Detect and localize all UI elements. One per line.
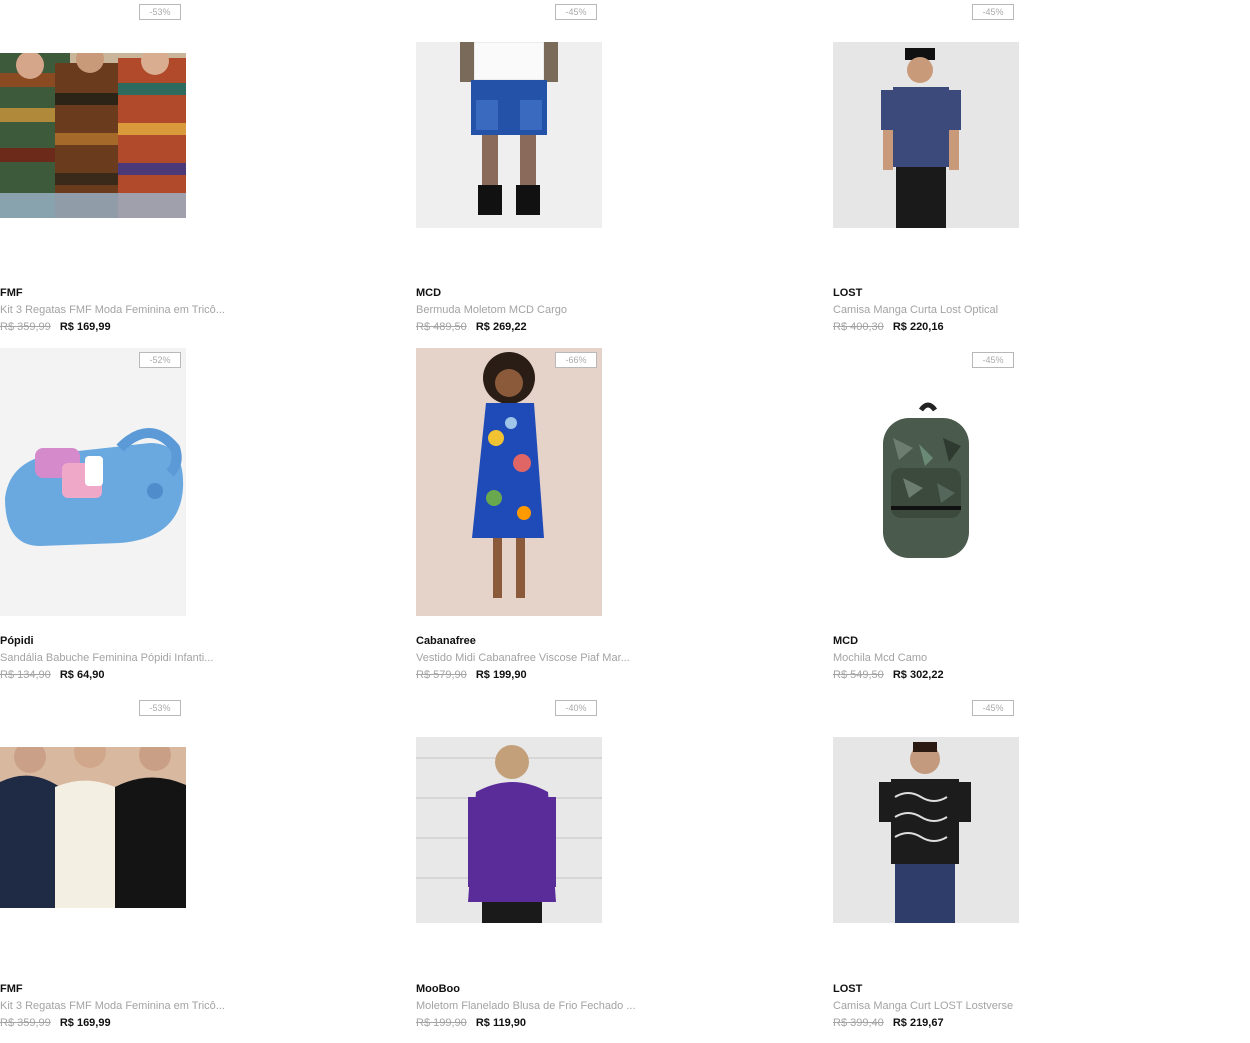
sale-price: R$ 169,99 bbox=[59, 321, 111, 333]
product-prices: R$ 400,30 R$ 220,16 bbox=[833, 321, 944, 333]
product-image[interactable] bbox=[0, 348, 186, 616]
discount-badge: -52% bbox=[139, 352, 181, 368]
product-image[interactable] bbox=[416, 42, 602, 228]
product-card[interactable]: -45% MCD Bermuda Moletom MCD Cargo R$ 48… bbox=[416, 0, 676, 340]
old-price: R$ 359,99 bbox=[0, 321, 51, 333]
old-price: R$ 400,30 bbox=[833, 321, 884, 333]
product-name[interactable]: Mochila Mcd Camo bbox=[833, 652, 927, 664]
sale-price: R$ 219,67 bbox=[892, 1017, 944, 1029]
product-name[interactable]: Camisa Manga Curta Lost Optical bbox=[833, 304, 998, 316]
discount-badge: -66% bbox=[555, 352, 597, 368]
product-prices: R$ 489,50 R$ 269,22 bbox=[416, 321, 527, 333]
product-image[interactable] bbox=[416, 737, 602, 923]
sale-price: R$ 220,16 bbox=[892, 321, 944, 333]
product-card[interactable]: -40% MooBoo Moletom Flanelado Blusa de F… bbox=[416, 696, 676, 1036]
product-prices: R$ 549,50 R$ 302,22 bbox=[833, 669, 944, 681]
product-prices: R$ 199,90 R$ 119,90 bbox=[416, 1017, 526, 1029]
product-image[interactable] bbox=[416, 348, 602, 616]
discount-badge: -45% bbox=[972, 700, 1014, 716]
old-price: R$ 489,50 bbox=[416, 321, 467, 333]
product-card[interactable]: -52% Pópidi Sandália Babuche Feminina Pó… bbox=[0, 348, 260, 688]
product-name[interactable]: Moletom Flanelado Blusa de Frio Fechado … bbox=[416, 1000, 636, 1012]
discount-badge: -45% bbox=[972, 352, 1014, 368]
sale-price: R$ 64,90 bbox=[59, 669, 105, 681]
product-name[interactable]: Kit 3 Regatas FMF Moda Feminina em Tricô… bbox=[0, 1000, 225, 1012]
product-name[interactable]: Bermuda Moletom MCD Cargo bbox=[416, 304, 567, 316]
old-price: R$ 399,40 bbox=[833, 1017, 884, 1029]
product-name[interactable]: Sandália Babuche Feminina Pópidi Infanti… bbox=[0, 652, 213, 664]
product-brand: Cabanafree bbox=[416, 635, 476, 647]
product-name[interactable]: Kit 3 Regatas FMF Moda Feminina em Tricô… bbox=[0, 304, 225, 316]
product-brand: MCD bbox=[833, 635, 859, 647]
product-prices: R$ 399,40 R$ 219,67 bbox=[833, 1017, 944, 1029]
product-brand: MCD bbox=[416, 287, 442, 299]
product-brand: LOST bbox=[833, 983, 863, 995]
product-brand: MooBoo bbox=[416, 983, 460, 995]
product-image[interactable] bbox=[833, 348, 1019, 616]
product-image[interactable] bbox=[833, 42, 1019, 228]
product-brand: LOST bbox=[833, 287, 863, 299]
old-price: R$ 199,90 bbox=[416, 1017, 467, 1029]
sale-price: R$ 169,99 bbox=[59, 1017, 111, 1029]
sale-price: R$ 199,90 bbox=[475, 669, 527, 681]
sale-price: R$ 269,22 bbox=[475, 321, 527, 333]
product-prices: R$ 579,90 R$ 199,90 bbox=[416, 669, 527, 681]
product-card[interactable]: -53% FMF Kit 3 Regatas FMF Moda Feminina… bbox=[0, 0, 260, 340]
old-price: R$ 549,50 bbox=[833, 669, 884, 681]
old-price: R$ 359,99 bbox=[0, 1017, 51, 1029]
discount-badge: -45% bbox=[555, 4, 597, 20]
product-card[interactable]: -66% Cabanafree Vestido Midi Cabanafree … bbox=[416, 348, 676, 688]
old-price: R$ 579,90 bbox=[416, 669, 467, 681]
discount-badge: -53% bbox=[139, 4, 181, 20]
product-card[interactable]: -53% FMF Kit 3 Regatas FMF Moda Feminina… bbox=[0, 696, 260, 1036]
product-image[interactable] bbox=[0, 747, 186, 908]
old-price: R$ 134,90 bbox=[0, 669, 51, 681]
product-brand: FMF bbox=[0, 287, 23, 299]
discount-badge: -40% bbox=[555, 700, 597, 716]
product-name[interactable]: Vestido Midi Cabanafree Viscose Piaf Mar… bbox=[416, 652, 630, 664]
product-name[interactable]: Camisa Manga Curt LOST Lostverse bbox=[833, 1000, 1013, 1012]
product-prices: R$ 134,90 R$ 64,90 bbox=[0, 669, 104, 681]
discount-badge: -45% bbox=[972, 4, 1014, 20]
product-image[interactable] bbox=[833, 737, 1019, 923]
product-prices: R$ 359,99 R$ 169,99 bbox=[0, 321, 111, 333]
product-card[interactable]: -45% MCD Mochila Mcd Camo R$ 549,50 R$ 3… bbox=[833, 348, 1093, 688]
product-card[interactable]: -45% LOST Camisa Manga Curt LOST Lostver… bbox=[833, 696, 1093, 1036]
sale-price: R$ 119,90 bbox=[475, 1017, 526, 1029]
discount-badge: -53% bbox=[139, 700, 181, 716]
product-card[interactable]: -45% LOST Camisa Manga Curta Lost Optica… bbox=[833, 0, 1093, 340]
product-brand: Pópidi bbox=[0, 635, 34, 647]
sale-price: R$ 302,22 bbox=[892, 669, 944, 681]
product-brand: FMF bbox=[0, 983, 23, 995]
product-prices: R$ 359,99 R$ 169,99 bbox=[0, 1017, 111, 1029]
product-image[interactable] bbox=[0, 53, 186, 218]
product-grid: -53% FMF Kit 3 Regatas FMF Moda Feminina… bbox=[0, 0, 1250, 1043]
